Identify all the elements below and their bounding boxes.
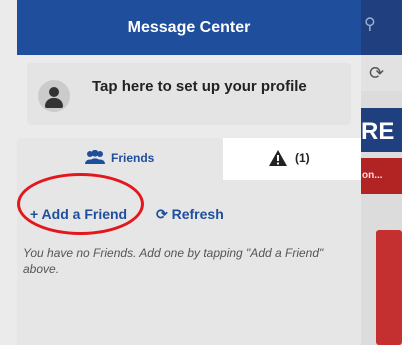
avatar-placeholder-icon <box>38 80 70 112</box>
warning-icon <box>269 150 287 166</box>
refresh-button[interactable]: ⟳ Refresh <box>156 206 224 223</box>
tab-alerts[interactable]: (1) <box>223 138 361 180</box>
empty-friends-message: You have no Friends. Add one by tapping … <box>23 246 324 276</box>
profile-setup-label: Tap here to set up your profile <box>92 78 307 95</box>
background-banner-text: RE <box>361 118 395 145</box>
search-icon[interactable]: ⚲ <box>364 14 376 34</box>
background-card <box>376 230 402 345</box>
profile-setup-card[interactable]: Tap here to set up your profile <box>27 63 351 125</box>
panel-title: Message Center <box>17 0 361 55</box>
refresh-icon[interactable]: ⟳ <box>369 63 384 84</box>
background-red-strip-text: on... <box>362 170 383 181</box>
tab-friends-label: Friends <box>111 151 155 165</box>
highlight-ellipse <box>17 173 144 235</box>
tab-friends[interactable]: Friends <box>17 138 223 180</box>
refresh-label: Refresh <box>171 206 224 222</box>
refresh-icon: ⟳ <box>156 206 168 222</box>
friends-icon <box>85 150 105 164</box>
tab-alerts-count: (1) <box>295 151 310 165</box>
